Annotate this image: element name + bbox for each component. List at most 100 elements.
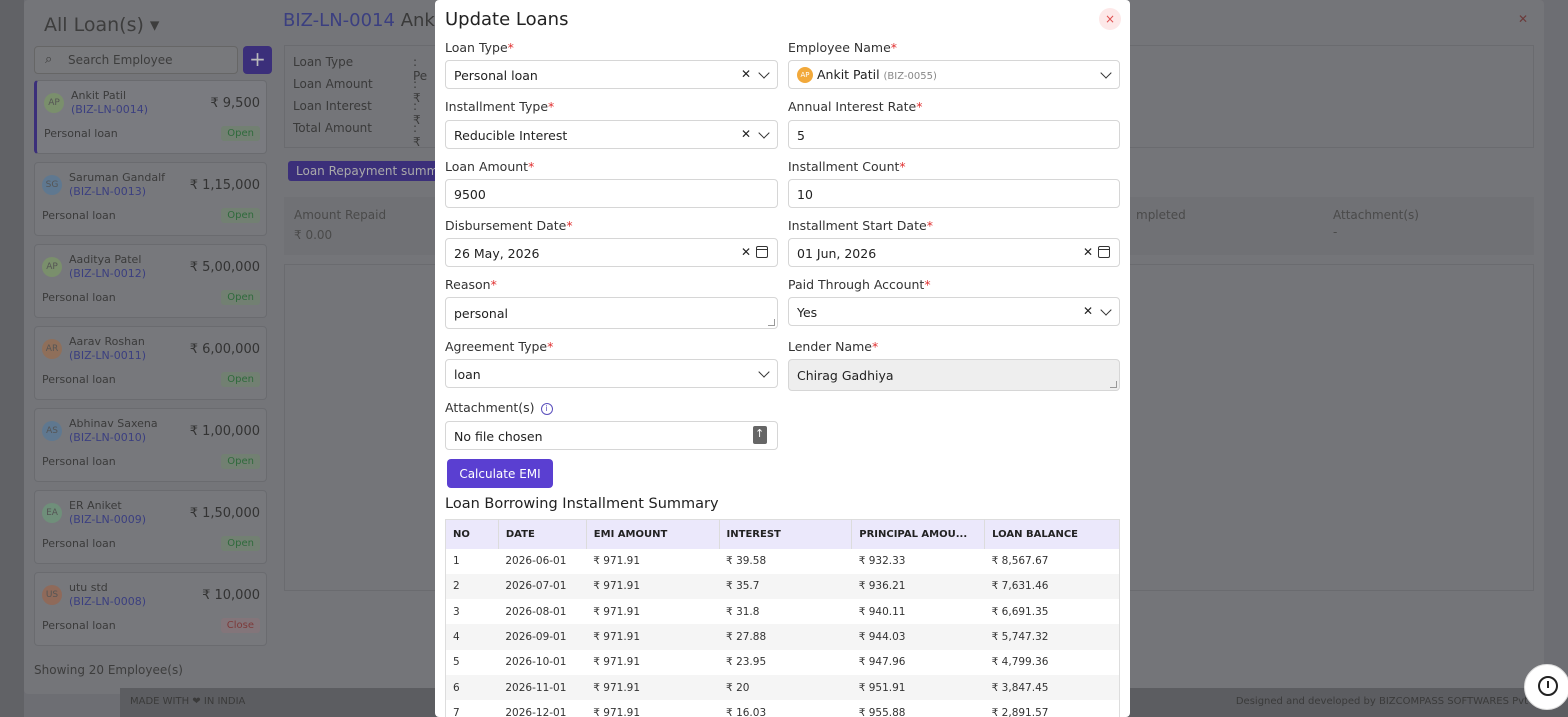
table-cell: ₹ 5,747.32 (984, 624, 1120, 650)
avatar: AS (42, 421, 62, 441)
table-cell: 2026-11-01 (498, 674, 587, 701)
column-header[interactable]: PRINCIPAL AMOU... (851, 519, 986, 549)
loan-detail-title: BIZ-LN-0014 Ankit (283, 10, 447, 31)
loan-amount-input[interactable]: 9500 (445, 179, 778, 208)
column-header[interactable]: LOAN BALANCE (984, 519, 1120, 549)
employee-name-label: Employee Name* (788, 40, 898, 55)
list-item[interactable]: SG Saruman Gandalf (BIZ-LN-0013) ₹ 1,15,000… (34, 162, 267, 236)
table-row: 5 2026-10-01 ₹ 971.91 ₹ 23.95 ₹ 947.96 ₹ 4,79… (446, 650, 1120, 675)
table-cell: ₹ 940.11 (858, 605, 906, 618)
table-cell: ₹ 944.03 (851, 624, 985, 650)
info-row: Loan Type: Pe (293, 55, 428, 83)
table-cell: 2026-07-01 (498, 573, 587, 600)
avatar: EA (42, 503, 62, 523)
table-row: 3 2026-08-01 ₹ 971.91 ₹ 31.8 ₹ 940.11 ₹ 6,691… (446, 599, 1120, 624)
clear-icon[interactable]: ✕ (741, 67, 751, 81)
info-icon[interactable]: i (540, 402, 553, 415)
loan-type-label: Loan Type* (445, 40, 514, 55)
clear-icon[interactable]: ✕ (741, 127, 751, 141)
installment-count-input[interactable]: 10 (788, 179, 1120, 208)
list-item[interactable]: AR Aarav Roshan (BIZ-LN-0011) ₹ 6,00,000 Per… (34, 326, 267, 400)
clear-icon[interactable]: ✕ (1083, 304, 1093, 318)
column-header[interactable]: INTEREST (719, 519, 853, 549)
table-cell: 6 (445, 674, 499, 701)
loan-amount: ₹ 9,500 (210, 96, 260, 111)
loan-code-link[interactable]: (BIZ-LN-0014) (71, 103, 148, 116)
loan-code-link[interactable]: (BIZ-LN-0012) (69, 267, 146, 280)
table-cell: ₹ 39.58 (726, 555, 767, 568)
reason-textarea[interactable]: personal (445, 297, 778, 329)
employee-name-select[interactable]: AP Ankit Patil (BIZ-0055) (788, 60, 1120, 89)
disbursement-date-picker[interactable]: 26 May, 2026 ✕ (445, 238, 778, 267)
employee-name: Aarav Roshan (69, 335, 145, 348)
table-cell: 2026-10-01 (505, 656, 567, 669)
completed-label: mpleted (1136, 208, 1186, 222)
clear-icon[interactable]: ✕ (741, 245, 751, 259)
list-filter-dropdown[interactable]: All Loan(s) ▾ (44, 14, 159, 36)
status-badge: Open (221, 372, 260, 387)
list-item[interactable]: AP Ankit Patil (BIZ-LN-0014) ₹ 9,500 Persona… (34, 80, 267, 154)
loan-code-link[interactable]: (BIZ-LN-0011) (69, 349, 146, 362)
loan-code-link[interactable]: (BIZ-LN-0013) (69, 185, 146, 198)
table-row: 4 2026-09-01 ₹ 971.91 ₹ 27.88 ₹ 944.03 ₹ 5,74… (445, 624, 1120, 650)
close-icon[interactable]: × (1099, 8, 1121, 30)
loan-type: Personal loan (42, 537, 116, 550)
upload-file-icon[interactable] (753, 426, 767, 444)
avatar: SG (42, 175, 62, 195)
table-header-row: NO DATE EMI AMOUNT INTEREST PRINCIPAL AM… (445, 519, 1120, 549)
table-cell: ₹ 951.91 (851, 674, 985, 701)
list-item[interactable]: AS Abhinav Saxena (BIZ-LN-0010) ₹ 1,00,000 P… (34, 408, 267, 482)
column-header[interactable]: DATE (498, 519, 587, 549)
agreement-type-select[interactable]: loan (445, 359, 778, 388)
list-item[interactable]: US utu std (BIZ-LN-0008) ₹ 10,000 Personal l… (34, 572, 267, 646)
table-cell: ₹ 31.8 (726, 605, 760, 618)
column-header[interactable]: EMI AMOUNT (586, 519, 720, 549)
lender-name-label: Lender Name* (788, 339, 879, 354)
info-row: Loan Amount: ₹ (293, 77, 421, 105)
column-header[interactable]: NO (445, 519, 499, 549)
annual-interest-rate-input[interactable]: 5 (788, 120, 1120, 149)
status-badge: Close (220, 618, 260, 633)
loan-code-link[interactable]: (BIZ-LN-0008) (69, 595, 146, 608)
timer-button[interactable] (1524, 664, 1568, 710)
installment-table: NO DATE EMI AMOUNT INTEREST PRINCIPAL AM… (445, 519, 1120, 717)
table-cell: ₹ 936.21 (851, 573, 985, 600)
installment-type-label: Installment Type* (445, 99, 555, 114)
employee-name: Aaditya Patel (69, 253, 142, 266)
clear-icon[interactable]: ✕ (1083, 245, 1093, 259)
table-cell: 2026-06-01 (505, 555, 567, 568)
installment-start-date-picker[interactable]: 01 Jun, 2026 ✕ (788, 238, 1120, 267)
modal-title: Update Loans (445, 9, 569, 30)
file-input[interactable]: No file chosen (445, 421, 778, 450)
loan-code-link[interactable]: (BIZ-LN-0009) (69, 513, 146, 526)
table-cell: ₹ 971.91 (586, 624, 720, 650)
table-cell: ₹ 27.88 (719, 624, 852, 650)
list-item[interactable]: EA ER Aniket (BIZ-LN-0009) ₹ 1,50,000 Person… (34, 490, 267, 564)
avatar: US (42, 585, 62, 605)
list-item[interactable]: AP Aaditya Patel (BIZ-LN-0012) ₹ 5,00,000 Pe… (34, 244, 267, 318)
agreement-type-label: Agreement Type* (445, 339, 554, 354)
search-input[interactable]: ⌕ Search Employee (34, 46, 238, 74)
chevron-down-icon (758, 366, 770, 378)
add-loan-button[interactable]: + (243, 46, 272, 74)
loan-type: Personal loan (42, 209, 116, 222)
chevron-down-icon (758, 67, 770, 79)
loan-code-link[interactable]: (BIZ-LN-0010) (69, 431, 146, 444)
table-cell: ₹ 971.91 (593, 706, 641, 717)
loan-amount: ₹ 6,00,000 (189, 342, 260, 357)
paid-through-account-select[interactable]: Yes ✕ (788, 297, 1120, 326)
table-cell: 7 (453, 706, 460, 717)
loan-type-select[interactable]: Personal loan ✕ (445, 60, 778, 89)
status-badge: Open (221, 290, 260, 305)
calendar-icon[interactable] (1098, 246, 1110, 258)
calendar-icon[interactable] (756, 246, 768, 258)
panel-close-icon[interactable]: ✕ (1518, 12, 1528, 26)
loan-type: Personal loan (42, 291, 116, 304)
installment-type-select[interactable]: Reducible Interest ✕ (445, 120, 778, 149)
loan-amount: ₹ 1,00,000 (189, 424, 260, 439)
employee-name: Ankit Patil (71, 89, 127, 102)
calculate-emi-button[interactable]: Calculate EMI (447, 459, 553, 488)
repayment-summary-tab[interactable]: Loan Repayment summ (288, 161, 447, 181)
loan-type: Personal loan (44, 127, 118, 140)
status-badge: Open (221, 454, 260, 469)
